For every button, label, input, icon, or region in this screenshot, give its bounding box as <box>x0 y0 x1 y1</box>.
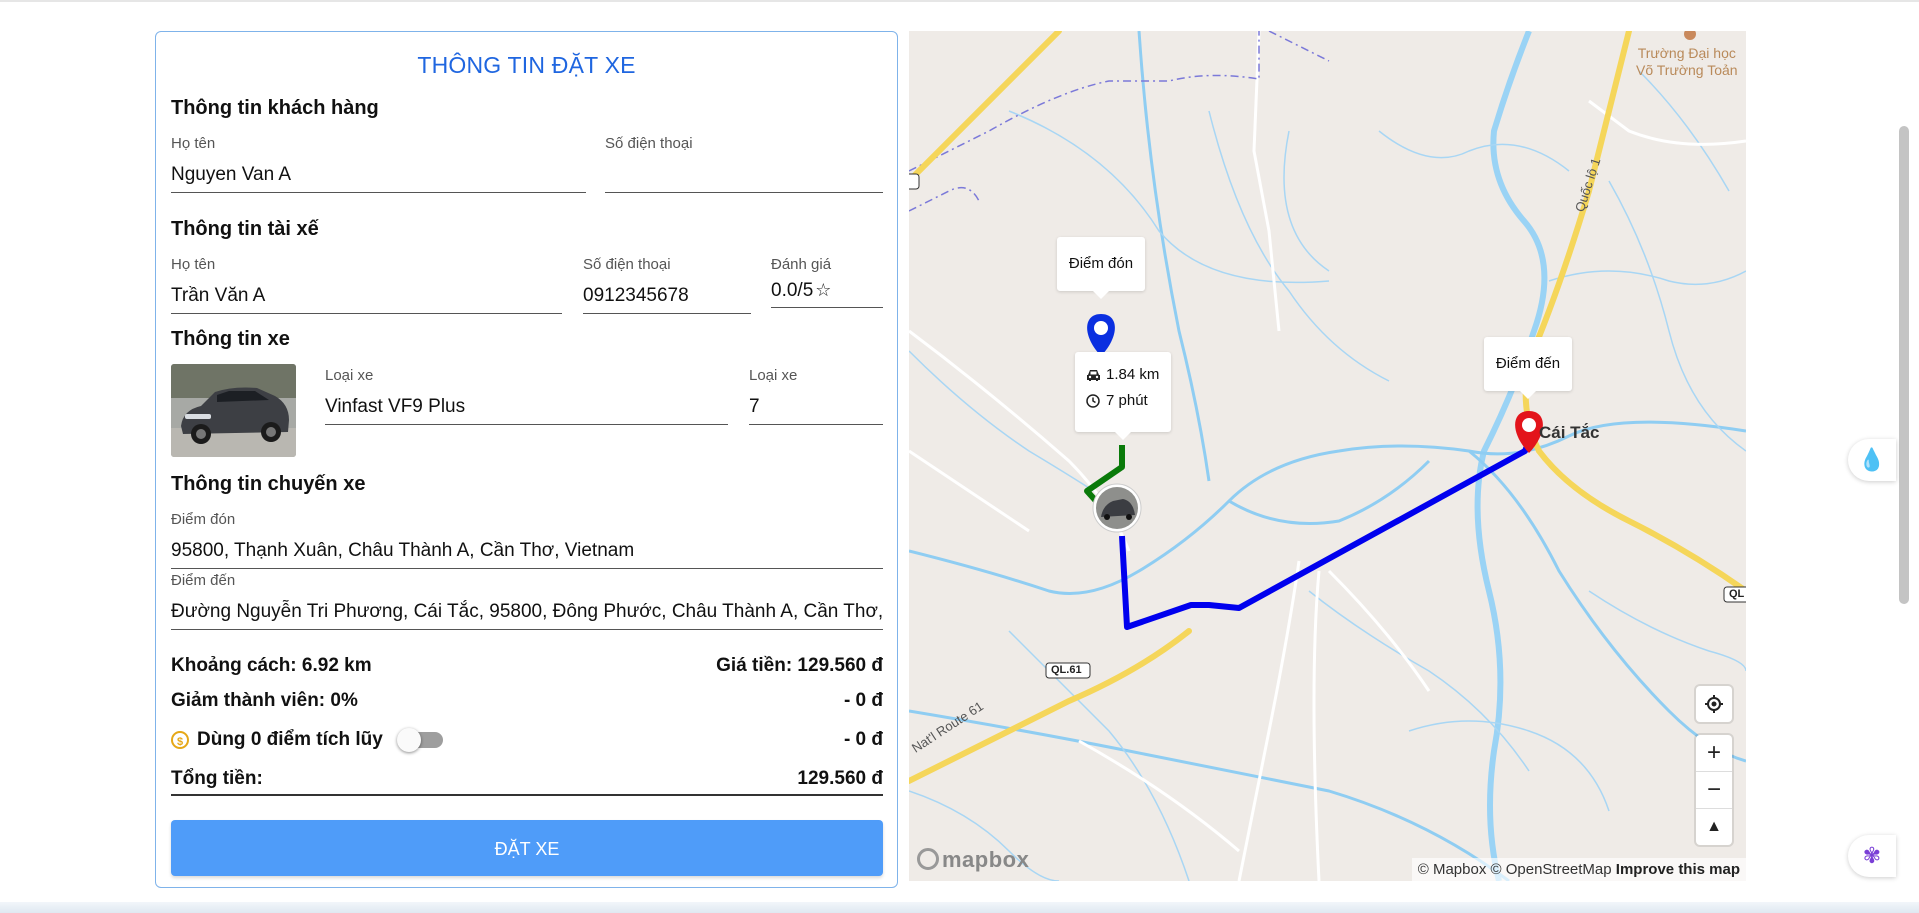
member-discount-value: - 0 đ <box>843 690 883 711</box>
water-drop-widget-icon[interactable]: 💧 <box>1848 439 1896 481</box>
pickup-popup: Điểm đón <box>1057 237 1145 299</box>
road-ql-right-label: QL <box>1729 588 1745 600</box>
zoom-in-button[interactable]: + <box>1696 735 1732 771</box>
customer-phone-label: Số điện thoại <box>605 135 693 152</box>
road-ql61-label: QL.61 <box>1051 664 1082 676</box>
geolocate-control <box>1696 686 1732 722</box>
toggle-knob <box>396 727 421 752</box>
total-label: Tổng tiền: <box>171 768 263 789</box>
dropoff-field[interactable]: Đường Nguyễn Tri Phương, Cái Tắc, 95800,… <box>171 595 883 630</box>
mapbox-logo-icon <box>917 848 939 870</box>
vehicle-type-field[interactable]: Vinfast VF9 Plus <box>325 390 728 425</box>
bottom-bar <box>0 902 1919 913</box>
vehicle-seats-field[interactable]: 7 <box>749 390 883 425</box>
driver-rating-label: Đánh giá <box>771 256 832 273</box>
top-divider <box>0 0 1919 2</box>
points-value: - 0 đ <box>843 729 883 750</box>
price-text: Giá tiền: 129.560 đ <box>716 655 883 676</box>
pickup-marker-icon <box>1087 314 1115 356</box>
customer-phone-field[interactable] <box>605 158 883 193</box>
vehicle-seats-label: Loại xe <box>749 367 798 384</box>
mapbox-attribution-link[interactable]: © Mapbox <box>1418 861 1487 878</box>
clock-icon <box>1086 394 1100 412</box>
distance-text: Khoảng cách: 6.92 km <box>171 655 372 676</box>
customer-name-field[interactable]: Nguyen Van A <box>171 158 586 193</box>
star-icon: ☆ <box>815 280 832 300</box>
compass-button[interactable]: ▲ <box>1696 808 1732 845</box>
improve-map-link[interactable]: Improve this map <box>1616 861 1740 878</box>
car-icon <box>1086 369 1101 386</box>
total-row: Tổng tiền: 129.560 đ <box>171 768 883 790</box>
distance-price-row: Khoảng cách: 6.92 km Giá tiền: 129.560 đ <box>171 655 883 677</box>
driver-section-title: Thông tin tài xế <box>171 218 319 240</box>
pickup-field[interactable]: 95800, Thạnh Xuân, Châu Thành A, Cần Thơ… <box>171 534 883 569</box>
driver-eta-text: 7 phút <box>1106 392 1148 409</box>
points-text: Dùng 0 điểm tích lũy <box>197 729 383 750</box>
trip-section-title: Thông tin chuyến xe <box>171 473 366 495</box>
driver-name-label: Họ tên <box>171 256 216 273</box>
mapbox-logo[interactable]: mapbox <box>917 847 1029 873</box>
driver-phone-field[interactable]: 0912345678 <box>583 279 751 314</box>
member-discount-text: Giảm thành viên: 0% <box>171 690 358 711</box>
zoom-control: + − ▲ <box>1696 735 1732 845</box>
crosshair-icon <box>1705 695 1723 713</box>
driver-eta-popup: 1.84 km 7 phút <box>1075 352 1171 440</box>
map-attribution: © Mapbox © OpenStreetMap Improve this ma… <box>1411 858 1746 881</box>
book-ride-button[interactable]: ĐẶT XE <box>171 820 883 876</box>
dropoff-popup: Điểm đến <box>1484 337 1572 399</box>
driver-rating-value: 0.0/5 <box>771 280 814 301</box>
total-divider <box>171 794 883 796</box>
geolocate-button[interactable] <box>1696 686 1732 722</box>
driver-rating-field: 0.0/5 ☆ <box>771 273 883 308</box>
dropoff-label: Điểm đến <box>171 572 236 589</box>
map-canvas <box>909 31 1746 881</box>
zoom-out-button[interactable]: − <box>1696 771 1732 808</box>
vehicle-type-label: Loại xe <box>325 367 374 384</box>
route-map[interactable]: QL.61 QL Nat'l Route 61 Quốc lộ 1 Trường… <box>909 31 1746 881</box>
page-scrollbar[interactable] <box>1899 126 1909 604</box>
university-label: Trường Đại học Võ Trường Toản <box>1636 45 1738 78</box>
booking-card: THÔNG TIN ĐẶT XE Thông tin khách hàng Họ… <box>155 31 898 888</box>
driver-distance-text: 1.84 km <box>1106 366 1160 383</box>
pickup-label: Điểm đón <box>171 511 236 528</box>
brain-widget-icon[interactable]: ✾ <box>1848 835 1896 877</box>
osm-attribution-link[interactable]: © OpenStreetMap <box>1491 861 1612 878</box>
customer-name-label: Họ tên <box>171 135 216 152</box>
points-toggle[interactable] <box>396 727 443 752</box>
vehicle-section-title: Thông tin xe <box>171 328 290 350</box>
driver-name-field[interactable]: Trần Văn A <box>171 279 562 314</box>
total-value: 129.560 đ <box>797 768 883 789</box>
member-discount-row: Giảm thành viên: 0% - 0 đ <box>171 690 883 712</box>
booking-title: THÔNG TIN ĐẶT XE <box>417 52 636 78</box>
car-photo <box>171 364 296 457</box>
driver-car-avatar <box>1092 483 1142 533</box>
customer-section-title: Thông tin khách hàng <box>171 97 379 119</box>
driver-phone-label: Số điện thoại <box>583 256 671 273</box>
town-label: Cái Tắc <box>1539 423 1600 442</box>
coin-icon: $ <box>171 730 189 749</box>
points-row: $ Dùng 0 điểm tích lũy - 0 đ <box>171 727 883 752</box>
